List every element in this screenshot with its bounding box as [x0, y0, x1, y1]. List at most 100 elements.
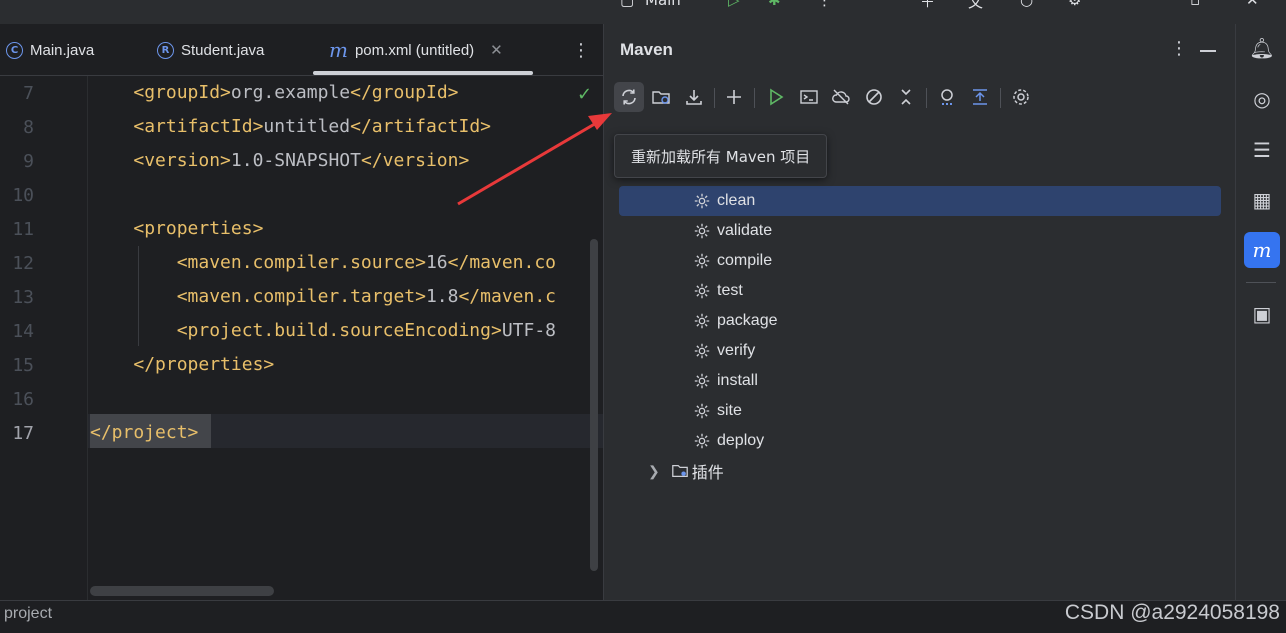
goal-label: deploy [717, 432, 765, 449]
code-token: 1.8 [425, 286, 459, 307]
code-token: <properties> [133, 218, 264, 239]
ai-assistant-icon[interactable]: ◎ [1244, 81, 1280, 117]
dependency-icon [941, 89, 953, 105]
show-diagram-button[interactable] [965, 82, 995, 112]
code-line: <maven.compiler.target>1.8</maven.c [90, 280, 556, 314]
minimize-icon[interactable] [1200, 50, 1216, 52]
analyze-dependencies-button[interactable] [932, 82, 962, 112]
code-line: </properties> [90, 348, 274, 382]
skip-tests-button[interactable] [859, 82, 889, 112]
translate-icon[interactable]: 文 [968, 0, 983, 12]
title-bar: ▢ Main ▷ ✱ ⋮ ＋ 文 ○ ⚙ ▫ ✕ [0, 0, 1286, 24]
add-maven-project-button[interactable] [719, 82, 749, 112]
database-icon[interactable]: ☰ [1244, 132, 1280, 168]
structure-icon[interactable]: ▦ [1244, 182, 1280, 218]
line-number: 12 [12, 253, 34, 274]
lifecycle-goal-verify[interactable]: verify [693, 336, 755, 366]
lifecycle-goal-compile[interactable]: compile [693, 246, 772, 276]
goal-label: test [717, 282, 743, 299]
run-config-selector[interactable]: Main [645, 0, 681, 9]
lifecycle-goal-install[interactable]: install [693, 366, 758, 396]
tab-label: Main.java [30, 41, 95, 59]
chevron-right-icon[interactable]: ❯ [648, 463, 660, 480]
download-sources-button[interactable] [679, 82, 709, 112]
code-area[interactable]: <groupId>org.example</groupId> <artifact… [90, 76, 603, 600]
lifecycle-goal-deploy[interactable]: deploy [693, 426, 764, 456]
debug-icon[interactable]: ✱ [768, 0, 781, 9]
goal-label: install [717, 372, 758, 389]
skip-icon [866, 89, 882, 105]
options-menu-icon[interactable]: ⋮ [1170, 38, 1188, 59]
line-number: 7 [23, 83, 34, 104]
code-token: untitled [263, 116, 351, 137]
tab-pom-xml[interactable]: m pom.xml (untitled) ✕ [329, 24, 503, 76]
close-tab-icon[interactable]: ✕ [490, 41, 503, 59]
lifecycle-goal-site[interactable]: site [693, 396, 742, 426]
code-token: org.example [230, 82, 351, 103]
code-token: <project.build.sourceEncoding> [176, 320, 502, 341]
code-token: </version> [360, 150, 470, 171]
folder-icon [671, 464, 688, 478]
more-actions-icon[interactable]: ⋮ [817, 0, 832, 9]
horizontal-scrollbar[interactable] [90, 586, 274, 596]
run-icon[interactable]: ▷ [728, 0, 740, 9]
build-tools-settings-button[interactable] [1006, 82, 1036, 112]
tab-label: pom.xml (untitled) [354, 41, 475, 59]
line-number: 15 [12, 355, 34, 376]
lifecycle-goal-validate[interactable]: validate [693, 216, 772, 246]
reload-all-button[interactable] [614, 82, 644, 112]
maximize-icon[interactable]: ▫ [1190, 0, 1200, 9]
offline-mode-button[interactable] [826, 82, 856, 112]
gear-icon [694, 193, 710, 209]
code-line: <version>1.0-SNAPSHOT</version> [90, 144, 469, 178]
maven-toolbar [604, 80, 1235, 116]
code-token: <artifactId> [133, 116, 264, 137]
maven-icon[interactable]: m [1244, 232, 1280, 268]
collapse-icon [901, 89, 911, 105]
maven-file-icon: m [329, 38, 348, 62]
close-window-icon[interactable]: ✕ [1246, 0, 1259, 9]
lifecycle-goal-package[interactable]: package [693, 306, 778, 336]
settings-icon[interactable]: ⚙ [1068, 0, 1081, 9]
execute-goal-button[interactable] [794, 82, 824, 112]
goal-label: compile [717, 252, 773, 269]
plugins-node[interactable]: ❯ 插件 [648, 456, 724, 486]
run-config-icon[interactable]: ▢ [620, 0, 634, 9]
panel-title: Maven [620, 40, 673, 59]
tab-main-java[interactable]: C Main.java [6, 24, 94, 76]
code-token: <maven.compiler.target> [176, 286, 426, 307]
tab-student-java[interactable]: R Student.java [157, 24, 264, 76]
notifications-icon[interactable]: 🔔︎ [1244, 30, 1280, 66]
code-token: </properties> [133, 354, 275, 375]
terminal-icon [800, 90, 818, 104]
editor-tabs: C Main.java R Student.java m pom.xml (un… [0, 24, 603, 76]
code-line: <groupId>org.example</groupId> [90, 76, 458, 110]
search-icon[interactable]: ○ [1020, 0, 1033, 9]
lifecycle-goal-test[interactable]: test [693, 276, 743, 306]
tabs-menu-icon[interactable]: ⋮ [572, 40, 590, 61]
run-icon [770, 88, 784, 106]
generate-sources-button[interactable] [646, 82, 676, 112]
no-problems-check-icon[interactable]: ✓ [577, 84, 592, 105]
text-assistant-icon[interactable]: ▣ [1244, 296, 1280, 332]
code-line: </project> [90, 416, 198, 450]
goal-label: site [717, 402, 742, 419]
tab-label: Student.java [181, 41, 265, 59]
breadcrumb[interactable]: project [4, 605, 52, 623]
line-number: 16 [12, 389, 34, 410]
cloud-off-icon [832, 89, 850, 105]
settings-icon [1013, 89, 1029, 105]
line-number: 11 [12, 219, 34, 240]
goal-label: clean [717, 192, 756, 209]
collapse-all-button[interactable] [891, 82, 921, 112]
vertical-scrollbar[interactable] [590, 239, 598, 571]
lifecycle-goal-clean[interactable]: clean [619, 186, 1221, 216]
add-user-icon[interactable]: ＋ [920, 0, 935, 12]
run-maven-build-button[interactable] [761, 82, 791, 112]
code-token: </project> [90, 422, 199, 443]
